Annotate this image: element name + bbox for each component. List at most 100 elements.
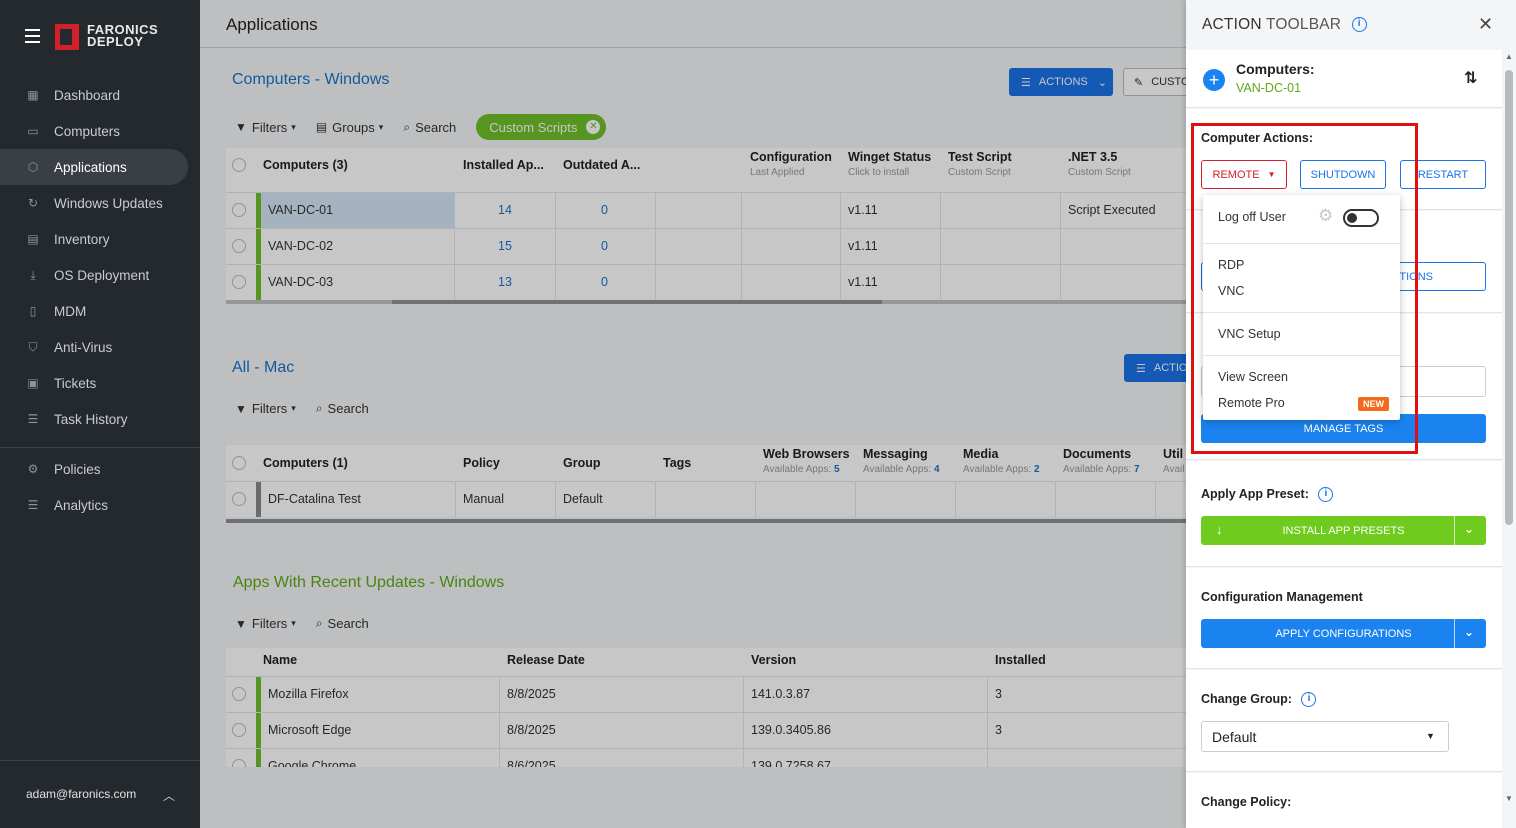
app-name-cell[interactable]: Mozilla Firefox — [268, 677, 349, 712]
outdated-count-cell[interactable]: 0 — [601, 229, 608, 264]
sidebar-item-os-deployment[interactable]: ⤓ OS Deployment — [0, 257, 200, 293]
filters-button[interactable]: ▼ Filters ▾ — [235, 120, 296, 135]
table-row[interactable]: VAN-DC-01 14 0 v1.11 Script Executed — [226, 192, 1186, 228]
add-icon[interactable]: + — [1203, 69, 1225, 91]
sidebar-item-analytics[interactable]: ☰ Analytics — [0, 487, 200, 523]
computer-name-cell[interactable]: DF-Catalina Test — [268, 482, 361, 517]
sidebar-item-mdm[interactable]: ▯ MDM — [0, 293, 200, 329]
menu-item-rdp[interactable]: RDP — [1218, 258, 1244, 272]
close-icon[interactable]: ✕ — [1478, 14, 1493, 35]
remote-button[interactable]: REMOTE ▼ — [1201, 160, 1287, 189]
app-name-cell[interactable]: Microsoft Edge — [268, 713, 351, 748]
close-icon[interactable]: ✕ — [586, 120, 601, 134]
info-icon[interactable]: i — [1301, 692, 1317, 708]
installed-count-cell[interactable]: 13 — [498, 265, 512, 300]
computer-name-cell[interactable]: VAN-DC-03 — [261, 265, 454, 300]
row-radio[interactable] — [232, 203, 246, 217]
horizontal-scrollbar[interactable] — [226, 300, 1186, 304]
section-title-updates[interactable]: Apps With Recent Updates - Windows — [233, 574, 504, 592]
installed-count-cell[interactable]: 14 — [498, 193, 512, 228]
chevron-up-icon[interactable]: ︿ — [163, 787, 175, 804]
sidebar-item-task-history[interactable]: ☰ Task History — [0, 401, 200, 437]
selected-computer[interactable]: VAN-DC-01 — [1236, 81, 1301, 95]
section-title-mac[interactable]: All - Mac — [232, 359, 294, 377]
computer-name-cell[interactable]: VAN-DC-02 — [261, 229, 454, 264]
column-header-documents[interactable]: Documents Available Apps: 7 — [1063, 447, 1140, 475]
sidebar-item-dashboard[interactable]: ▦ Dashboard — [0, 77, 200, 113]
actions-button[interactable]: ☰ ACTIO — [1124, 354, 1194, 382]
gear-icon[interactable]: ⚙ — [1318, 206, 1333, 226]
table-row[interactable]: Google Chrome 8/6/2025 139.0.7258.67 — [226, 748, 1186, 767]
installed-count-cell[interactable]: 15 — [498, 229, 512, 264]
column-header-group[interactable]: Group — [563, 456, 601, 470]
scroll-up-icon[interactable]: ▲ — [1505, 52, 1513, 61]
column-header-computers[interactable]: Computers (3) — [263, 158, 348, 172]
column-header-net35[interactable]: .NET 3.5 Custom Script — [1068, 150, 1131, 178]
menu-item-view-screen[interactable]: View Screen — [1218, 370, 1288, 384]
row-radio[interactable] — [232, 759, 246, 767]
menu-item-vnc[interactable]: VNC — [1218, 284, 1244, 298]
filters-button[interactable]: ▼ Filters ▾ — [235, 401, 296, 416]
scrollbar-thumb[interactable] — [1505, 70, 1513, 525]
search-button[interactable]: ⌕ Search — [316, 616, 369, 631]
sidebar-item-anti-virus[interactable]: ⛉ Anti-Virus — [0, 329, 200, 365]
column-header-configuration[interactable]: Configuration Last Applied — [750, 150, 832, 178]
column-header-release-date[interactable]: Release Date — [507, 653, 585, 667]
filters-button[interactable]: ▼ Filters ▾ — [235, 616, 296, 631]
column-header-media[interactable]: Media Available Apps: 2 — [963, 447, 1040, 475]
column-header-test-script[interactable]: Test Script Custom Script — [948, 150, 1012, 178]
row-radio[interactable] — [232, 239, 246, 253]
sidebar-item-tickets[interactable]: ▣ Tickets — [0, 365, 200, 401]
table-row[interactable]: VAN-DC-02 15 0 v1.11 — [226, 228, 1186, 264]
sidebar-item-computers[interactable]: ▭ Computers — [0, 113, 200, 149]
column-header-messaging[interactable]: Messaging Available Apps: 4 — [863, 447, 940, 475]
sidebar-item-windows-updates[interactable]: ↻ Windows Updates — [0, 185, 200, 221]
hamburger-menu-icon[interactable] — [25, 29, 40, 43]
column-header-utilities[interactable]: Util Avail — [1163, 447, 1185, 475]
sidebar-item-policies[interactable]: ⚙ Policies — [0, 451, 200, 487]
groups-button[interactable]: ▤ Groups ▾ — [316, 120, 384, 135]
column-header-version[interactable]: Version — [751, 653, 796, 667]
scrollbar-thumb[interactable] — [392, 300, 882, 304]
menu-item-vnc-setup[interactable]: VNC Setup — [1218, 327, 1281, 341]
apply-configurations-button[interactable]: APPLY CONFIGURATIONS ⌄ — [1201, 619, 1486, 648]
column-header-installed[interactable]: Installed — [995, 653, 1046, 667]
section-title-windows[interactable]: Computers - Windows — [232, 71, 389, 89]
select-all-radio[interactable] — [232, 158, 246, 172]
computer-name-cell[interactable]: VAN-DC-01 — [261, 193, 454, 228]
chevron-down-icon[interactable]: ⌄ — [1464, 522, 1474, 536]
sidebar-item-inventory[interactable]: ▤ Inventory — [0, 221, 200, 257]
info-icon[interactable]: i — [1318, 487, 1334, 503]
column-header-installed[interactable]: Installed Ap... — [463, 158, 544, 172]
column-header-policy[interactable]: Policy — [463, 456, 500, 470]
search-button[interactable]: ⌕ Search — [403, 120, 456, 135]
app-name-cell[interactable]: Google Chrome — [268, 749, 356, 767]
scroll-down-icon[interactable]: ▼ — [1505, 794, 1513, 803]
panel-scrollbar[interactable]: ▲ ▼ — [1502, 50, 1516, 810]
row-radio[interactable] — [232, 275, 246, 289]
info-icon[interactable]: i — [1351, 17, 1367, 33]
row-radio[interactable] — [232, 492, 246, 506]
actions-button[interactable]: ☰ ACTIONS ⌄ — [1009, 68, 1113, 96]
sort-arrows-icon[interactable]: ⇅ — [1464, 68, 1477, 88]
horizontal-scrollbar[interactable] — [226, 519, 1186, 523]
menu-item-log-off-user[interactable]: Log off User — [1218, 210, 1286, 224]
row-radio[interactable] — [232, 723, 246, 737]
menu-item-remote-pro[interactable]: Remote Pro — [1218, 396, 1285, 410]
log-off-toggle[interactable] — [1343, 209, 1379, 227]
table-row[interactable]: Microsoft Edge 8/8/2025 139.0.3405.86 3 — [226, 712, 1186, 748]
column-header-name[interactable]: Name — [263, 653, 297, 667]
table-row[interactable]: Mozilla Firefox 8/8/2025 141.0.3.87 3 — [226, 676, 1186, 712]
outdated-count-cell[interactable]: 0 — [601, 193, 608, 228]
user-email[interactable]: adam@faronics.com — [26, 787, 136, 801]
column-header-winget-status[interactable]: Winget Status Click to install — [848, 150, 931, 178]
select-all-radio[interactable] — [232, 456, 246, 470]
custom-scripts-chip[interactable]: Custom Scripts ✕ — [476, 114, 607, 140]
custom-button[interactable]: ✎ CUSTO — [1123, 68, 1193, 96]
table-row[interactable]: DF-Catalina Test Manual Default — [226, 481, 1186, 517]
column-header-computers[interactable]: Computers (1) — [263, 456, 348, 470]
table-row[interactable]: VAN-DC-03 13 0 v1.11 — [226, 264, 1186, 300]
search-button[interactable]: ⌕ Search — [316, 401, 369, 416]
shutdown-button[interactable]: SHUTDOWN — [1300, 160, 1386, 189]
scrollbar-thumb[interactable] — [226, 519, 1186, 523]
